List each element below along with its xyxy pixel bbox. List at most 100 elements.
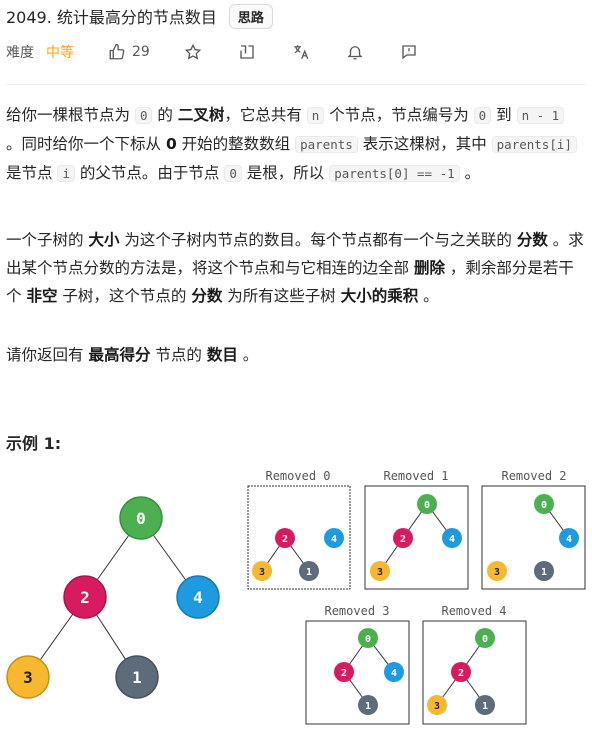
inline-code: 0: [224, 165, 242, 182]
text: 是根，所以: [241, 164, 330, 182]
text: 。: [237, 346, 259, 364]
text: 到: [491, 106, 517, 124]
tree-node-3: 3: [6, 655, 50, 699]
translate-icon: [294, 45, 309, 60]
node-label: 1: [132, 668, 142, 687]
text: 。: [418, 287, 439, 305]
like-count: 29: [132, 44, 150, 60]
node-label: 3: [23, 668, 33, 687]
node-label: 0: [136, 509, 146, 528]
bold-text: 大小的乘积: [340, 287, 419, 305]
text: 给你一棵根节点为: [6, 106, 135, 124]
text: 请你返回有: [6, 346, 89, 364]
inline-code: 0: [473, 107, 492, 124]
text: 的父节点。由于节点: [74, 164, 225, 182]
panel-removed-0: Removed 0 2 4 3 1: [247, 469, 351, 590]
bold-text: 分数: [191, 287, 223, 305]
share-button[interactable]: [236, 41, 258, 63]
tree-node-0: 0: [119, 496, 163, 540]
bold-text: 大小: [88, 231, 120, 249]
node-label: 0: [541, 500, 547, 511]
text: 。同时给你一个下标从: [6, 135, 166, 153]
text: 的: [152, 106, 178, 124]
panel-title: Removed 1: [383, 469, 448, 483]
node-label: 2: [400, 534, 406, 545]
text: 子树，这个节点的: [57, 287, 192, 305]
node-label: 3: [434, 701, 440, 712]
divider: [6, 84, 586, 85]
node-label: 1: [365, 701, 371, 712]
inline-code: n - 1: [516, 107, 565, 124]
node-label: 1: [306, 567, 312, 578]
problem-meta: 难度 中等 29: [6, 40, 452, 64]
node-label: 1: [482, 701, 488, 712]
report-icon: [402, 45, 416, 60]
text: 为所有这些子树: [222, 287, 341, 305]
node-label: 4: [566, 534, 572, 545]
node-label: 1: [541, 567, 547, 578]
text: 。: [459, 164, 481, 182]
node-label: 2: [458, 668, 464, 679]
inline-code: parents: [295, 136, 358, 153]
tree-node-2: 2: [63, 575, 107, 619]
difficulty-value: 中等: [46, 45, 74, 61]
node-label: 2: [80, 588, 90, 607]
inline-code: parents[0] == -1: [329, 165, 460, 182]
text: 为这个子树内节点的数目。每个节点都有一个与之关联的: [119, 231, 517, 249]
translate-button[interactable]: [290, 41, 312, 63]
problem-title: 2049. 统计最高分的节点数目: [6, 8, 217, 27]
like-button[interactable]: 29: [108, 43, 150, 61]
node-label: 0: [424, 500, 430, 511]
node-label: 3: [377, 567, 383, 578]
bold-text: 非空: [26, 287, 58, 305]
inline-code: i: [57, 165, 75, 182]
node-label: 2: [341, 668, 347, 679]
node-label: 2: [282, 534, 288, 545]
tree-node-1: 1: [115, 655, 159, 699]
text: 个节点，节点编号为: [324, 106, 474, 124]
node-label: 3: [494, 567, 500, 578]
hint-tag[interactable]: 思路: [228, 3, 273, 29]
example-illustration: 0 2 4 3 1 Removed 0 2 4 3 1 Removed 1 0 …: [6, 469, 586, 725]
node-label: 0: [482, 634, 488, 645]
text: 开始的整数数组: [176, 135, 296, 153]
text: 是节点: [6, 164, 58, 182]
problem-header: 2049. 统计最高分的节点数目 思路: [6, 2, 273, 30]
text: ，它总共有: [224, 106, 307, 124]
text: 表示这棵树，其中: [357, 135, 492, 153]
node-label: 4: [391, 668, 397, 679]
node-label: 4: [193, 588, 203, 607]
panel-title: Removed 2: [501, 469, 566, 483]
text: 节点的: [150, 346, 207, 364]
bold-text: 二叉树: [177, 106, 225, 124]
node-label: 3: [259, 567, 265, 578]
panel-title: Removed 4: [441, 604, 506, 618]
report-button[interactable]: [398, 41, 420, 63]
thumb-up-icon: [109, 43, 125, 60]
description-paragraph-3: 请你返回有 最高得分 节点的 数目 。: [6, 341, 584, 369]
inline-code: 0: [134, 107, 153, 124]
example-title: 示例 1:: [6, 434, 62, 453]
star-icon: [184, 43, 202, 60]
bold-text: 删除: [413, 259, 445, 277]
inline-code: parents[i]: [491, 136, 577, 153]
panel-title: Removed 0: [265, 469, 330, 483]
description-paragraph-2: 一个子树的 大小 为这个子树内节点的数目。每个节点都有一个与之关联的 分数 。求…: [6, 226, 584, 310]
inline-code: n: [306, 107, 325, 124]
description-paragraph-1: 给你一棵根节点为 0 的 二叉树，它总共有 n 个节点，节点编号为 0 到 n …: [6, 101, 584, 188]
main-tree: [27, 517, 199, 678]
difficulty-label: 难度: [6, 45, 34, 61]
notify-button[interactable]: [344, 41, 366, 63]
panel-removed-2: Removed 2 0 4 3 1: [481, 469, 586, 590]
bell-icon: [347, 46, 363, 60]
share-icon: [240, 45, 254, 59]
panel-removed-4: Removed 4 0 2 3 1: [422, 604, 527, 725]
bold-text: 0: [165, 135, 177, 153]
node-label: 4: [449, 534, 455, 545]
panel-removed-3: Removed 3 0 2 4 1: [305, 604, 410, 725]
panel-removed-1: Removed 1 0 2 4 3: [364, 469, 469, 590]
node-label: 0: [365, 634, 371, 645]
tree-node-4: 4: [176, 575, 220, 619]
favorite-button[interactable]: [182, 41, 204, 63]
bold-text: 最高得分: [88, 346, 151, 364]
